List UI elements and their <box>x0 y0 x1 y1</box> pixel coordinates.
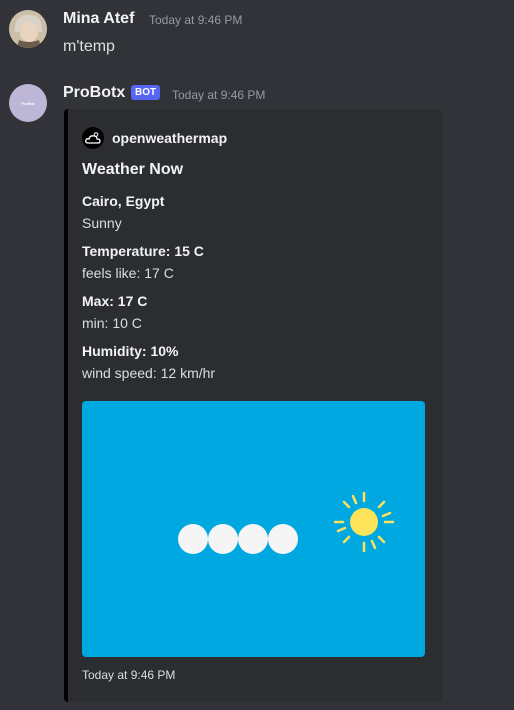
field-value: Sunny <box>82 215 122 231</box>
embed-footer: Today at 9:46 PM <box>82 668 176 682</box>
author-name[interactable]: ProBotx <box>63 84 125 102</box>
weather-embed: openweathermap Weather Now Cairo, Egypt … <box>64 109 442 702</box>
field-value: min: 10 C <box>82 315 142 331</box>
weather-image[interactable] <box>82 401 425 657</box>
weather-illustration <box>178 491 395 554</box>
embed-field-humidity: Humidity: 10% wind speed: 12 km/hr <box>82 341 215 383</box>
cloud-dots-icon <box>178 524 298 554</box>
field-name: Cairo, Egypt <box>82 193 165 209</box>
bot-badge: BOT <box>131 85 161 100</box>
message-timestamp: Today at 9:46 PM <box>172 88 266 102</box>
sun-icon <box>333 491 395 553</box>
embed-field-location: Cairo, Egypt Sunny <box>82 191 164 233</box>
field-name: Temperature: 15 C <box>82 243 204 259</box>
message-bot: ProBot ProBotx BOT Today at 9:46 PM open… <box>0 0 514 710</box>
embed-author: openweathermap <box>82 127 227 149</box>
field-name: Max: 17 C <box>82 293 148 309</box>
embed-field-max-min: Max: 17 C min: 10 C <box>82 291 147 333</box>
embed-title: Weather Now <box>82 161 184 178</box>
field-name: Humidity: 10% <box>82 343 179 359</box>
bot-avatar-text: ProBot <box>21 100 35 106</box>
field-value: wind speed: 12 km/hr <box>82 365 216 381</box>
cloud-sun-icon <box>82 127 104 149</box>
embed-color-bar <box>64 109 68 702</box>
embed-author-name[interactable]: openweathermap <box>112 130 227 146</box>
bot-avatar[interactable]: ProBot <box>9 84 47 122</box>
embed-field-temperature: Temperature: 15 C feels like: 17 C <box>82 241 204 283</box>
field-value: feels like: 17 C <box>82 265 174 281</box>
